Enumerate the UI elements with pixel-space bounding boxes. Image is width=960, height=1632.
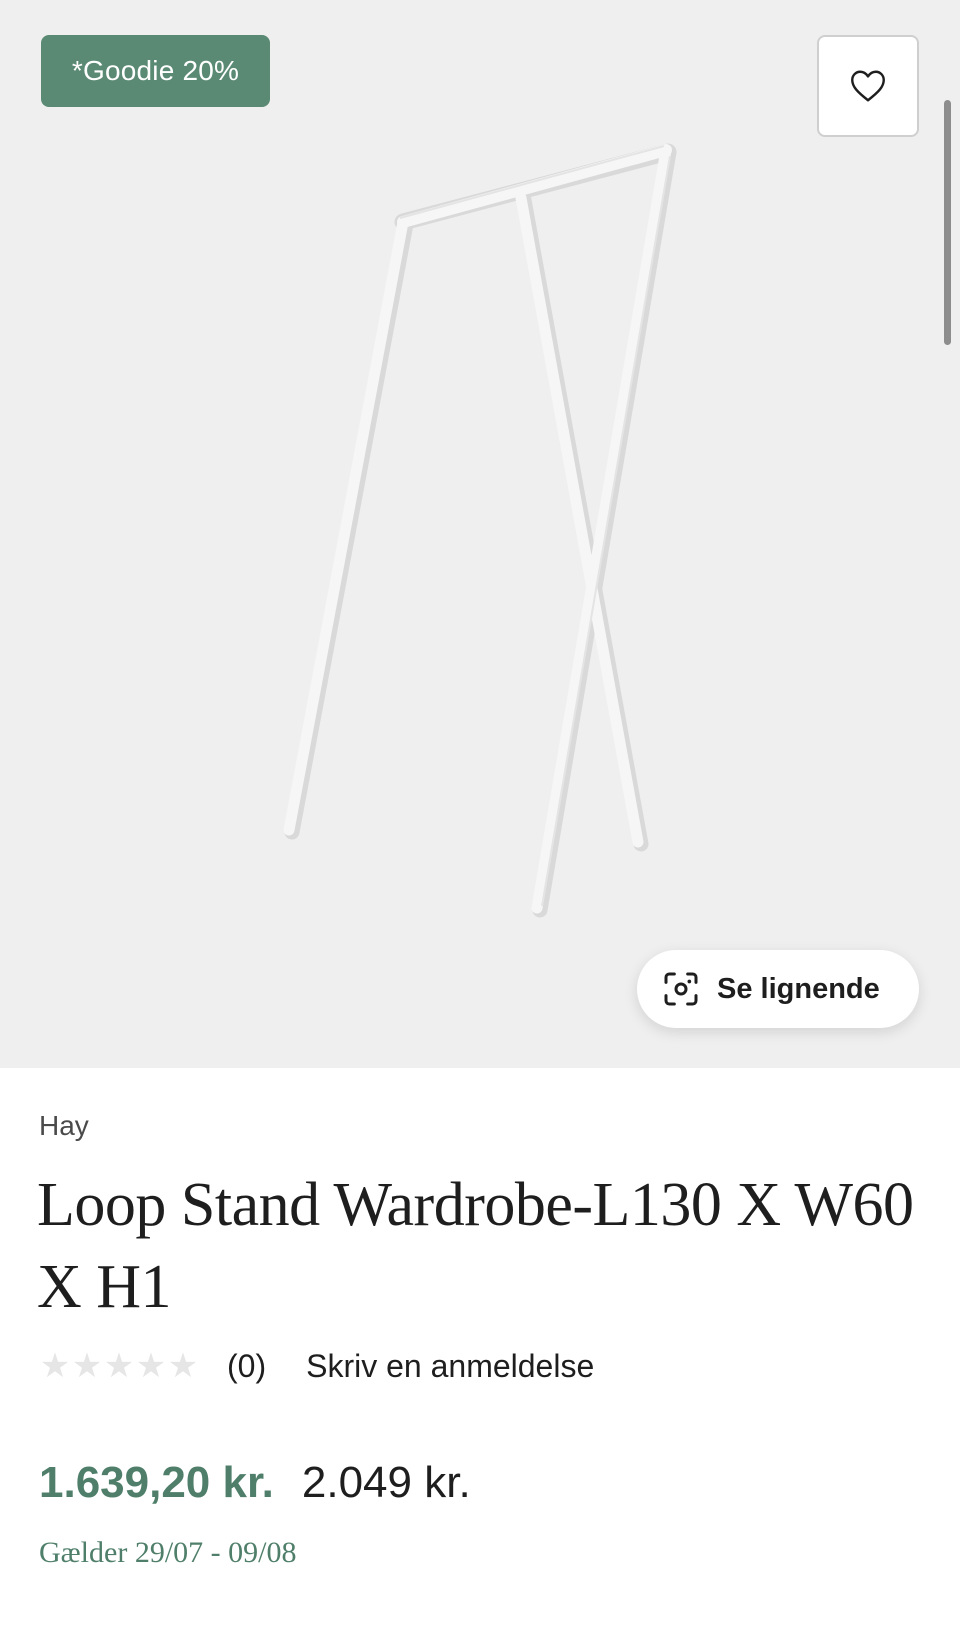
star-icon: ★ [103, 1347, 135, 1385]
product-image [283, 143, 677, 918]
star-icon: ★ [167, 1347, 199, 1385]
see-similar-label: Se lignende [717, 972, 880, 1005]
product-title: Loop Stand Wardrobe-L130 X W60 X H1 [37, 1171, 914, 1321]
brand-name[interactable]: Hay [39, 1110, 89, 1142]
scrollbar-thumb[interactable] [944, 100, 951, 345]
discount-badge: *Goodie 20% [41, 35, 270, 107]
review-count: (0) [227, 1347, 267, 1384]
product-page: *Goodie 20% Se lignende Hay Loop Stand W… [0, 0, 960, 1632]
write-review-link[interactable]: Skriv en anmeldelse [306, 1348, 594, 1385]
star-icon: ★ [71, 1347, 103, 1385]
rating-row: ★ ★ ★ ★ ★ (0) Skriv en anmeldelse [39, 1344, 595, 1388]
heart-icon [851, 70, 885, 102]
see-similar-button[interactable]: Se lignende [637, 950, 919, 1028]
star-icon: ★ [135, 1347, 167, 1385]
product-image-area[interactable]: *Goodie 20% Se lignende [0, 0, 960, 1068]
star-icon: ★ [39, 1347, 71, 1385]
offer-validity: Gælder 29/07 - 09/08 [39, 1536, 297, 1569]
star-rating: ★ ★ ★ ★ ★ [39, 1347, 199, 1385]
sale-price: 1.639,20 kr. [39, 1458, 274, 1507]
original-price: 2.049 kr. [301, 1458, 471, 1507]
visual-search-icon [664, 972, 698, 1006]
price-row: 1.639,20 kr. 2.049 kr. [39, 1458, 471, 1508]
favorite-button[interactable] [817, 35, 919, 137]
